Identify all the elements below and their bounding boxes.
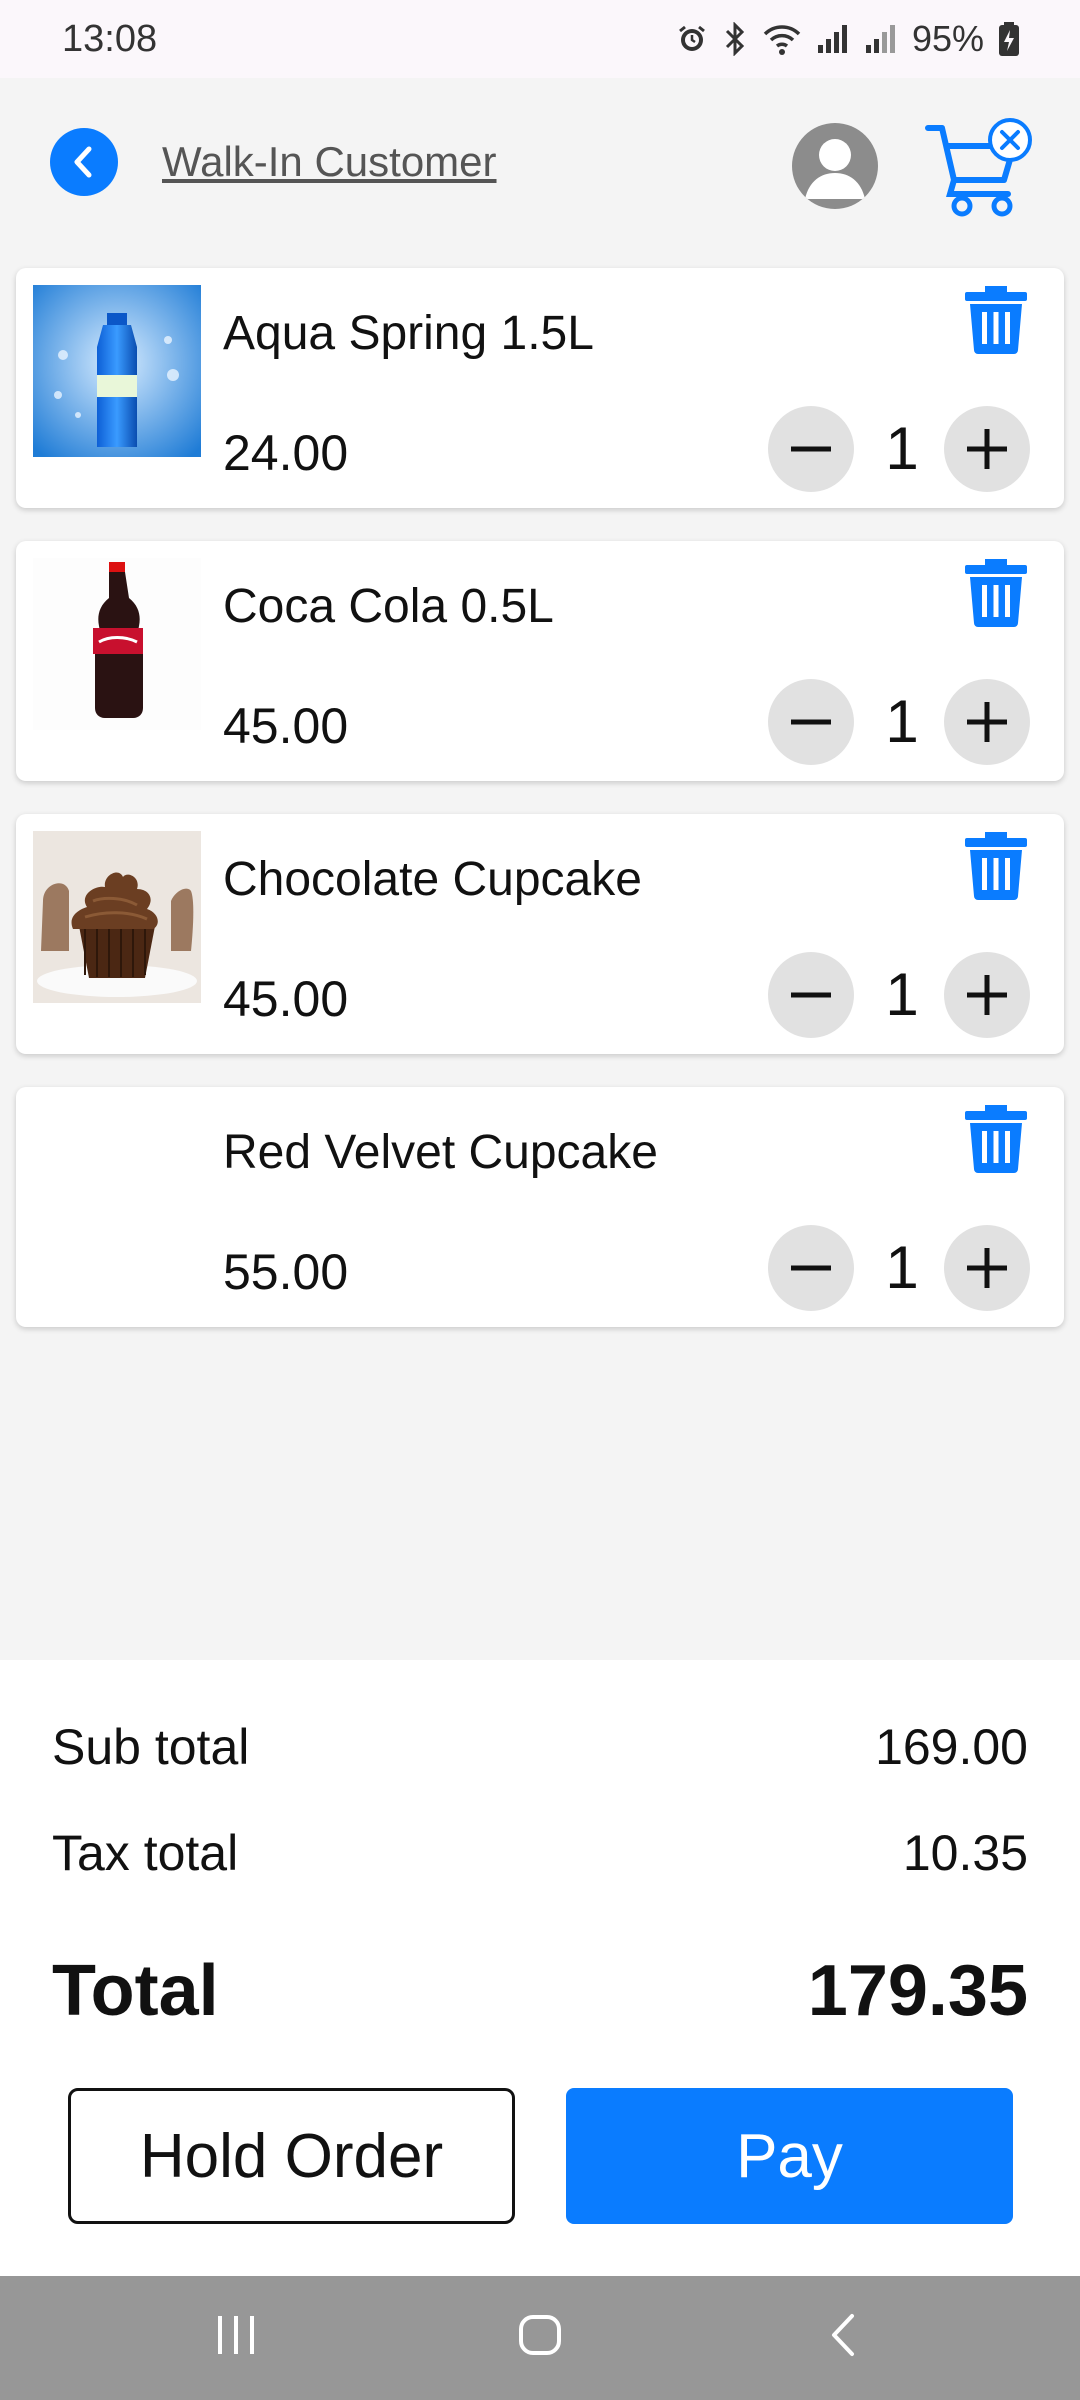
- hold-order-button[interactable]: Hold Order: [68, 2088, 515, 2224]
- quantity-value: 1: [885, 688, 919, 755]
- plus-icon: [967, 975, 1007, 1015]
- item-price: 45.00: [223, 971, 349, 1027]
- cart-header: Walk-In Customer: [0, 78, 1080, 268]
- signal-icon: [864, 23, 898, 55]
- alarm-icon: [676, 23, 708, 55]
- item-name: Chocolate Cupcake: [223, 853, 642, 906]
- cart-item: Chocolate Cupcake 45.00 1: [16, 814, 1064, 1054]
- quantity-increase-button[interactable]: [944, 406, 1030, 492]
- pay-button[interactable]: Pay: [566, 2088, 1013, 2224]
- trash-icon[interactable]: [963, 282, 1029, 354]
- quantity-decrease-button[interactable]: [768, 1225, 854, 1311]
- item-price: 55.00: [223, 1244, 349, 1300]
- quantity-value: 1: [885, 415, 919, 482]
- user-avatar-icon[interactable]: [792, 123, 878, 209]
- subtotal-row: Sub total 169.00: [52, 1718, 1028, 1776]
- quantity-decrease-button[interactable]: [768, 679, 854, 765]
- subtotal-value: 169.00: [875, 1719, 1028, 1775]
- quantity-value: 1: [885, 961, 919, 1028]
- item-image-water-bottle: [33, 285, 201, 457]
- item-image-chocolate-cupcake: [33, 831, 201, 1003]
- recent-apps-icon[interactable]: [214, 2310, 258, 2365]
- item-price: 45.00: [223, 698, 349, 754]
- item-name: Aqua Spring 1.5L: [223, 307, 594, 360]
- minus-icon: [791, 1265, 831, 1271]
- tax-label: Tax total: [52, 1825, 239, 1881]
- tax-row: Tax total 10.35: [52, 1824, 1028, 1882]
- trash-icon[interactable]: [963, 1101, 1029, 1173]
- back-nav-icon[interactable]: [822, 2310, 866, 2365]
- item-price: 24.00: [223, 425, 349, 481]
- item-name: Coca Cola 0.5L: [223, 580, 554, 633]
- battery-charging-icon: [998, 21, 1020, 57]
- battery-level: 95%: [911, 18, 984, 59]
- quantity-decrease-button[interactable]: [768, 952, 854, 1038]
- item-name: Red Velvet Cupcake: [223, 1126, 658, 1179]
- minus-icon: [791, 992, 831, 998]
- minus-icon: [791, 446, 831, 452]
- back-button[interactable]: [50, 128, 118, 196]
- status-bar: 13:08 95%: [0, 0, 1080, 78]
- signal-icon: [816, 23, 850, 55]
- total-value: 179.35: [807, 1951, 1028, 2031]
- plus-icon: [967, 429, 1007, 469]
- trash-icon[interactable]: [963, 555, 1029, 627]
- item-image-cola-bottle: [33, 558, 201, 730]
- trash-icon[interactable]: [963, 828, 1029, 900]
- tax-value: 10.35: [902, 1825, 1028, 1881]
- system-nav-bar: [0, 2276, 1080, 2400]
- quantity-value: 1: [885, 1234, 919, 1301]
- item-image-placeholder: [33, 1104, 201, 1276]
- subtotal-label: Sub total: [52, 1719, 250, 1775]
- quantity-decrease-button[interactable]: [768, 406, 854, 492]
- cart-item: Aqua Spring 1.5L 24.00 1: [16, 268, 1064, 508]
- customer-link[interactable]: Walk-In Customer: [162, 138, 497, 186]
- cart-clear-button[interactable]: [924, 116, 1036, 218]
- quantity-increase-button[interactable]: [944, 1225, 1030, 1311]
- bluetooth-icon: [722, 22, 748, 56]
- status-time: 13:08: [62, 17, 158, 60]
- chevron-left-icon: [74, 146, 92, 178]
- total-row: Total 179.35: [52, 1950, 1028, 2032]
- wifi-icon: [762, 22, 802, 56]
- cart-clear-icon: [925, 118, 1032, 217]
- quantity-increase-button[interactable]: [944, 952, 1030, 1038]
- plus-icon: [967, 1248, 1007, 1288]
- minus-icon: [791, 719, 831, 725]
- total-label: Total: [52, 1951, 219, 2031]
- order-summary: Sub total 169.00 Tax total 10.35 Total 1…: [0, 1660, 1080, 2276]
- cart-list: Aqua Spring 1.5L 24.00 1 Coca Cola 0.5L …: [16, 268, 1064, 1360]
- home-icon[interactable]: [518, 2310, 562, 2365]
- status-icons: 95%: [676, 18, 1020, 60]
- plus-icon: [967, 702, 1007, 742]
- quantity-increase-button[interactable]: [944, 679, 1030, 765]
- cart-item: Coca Cola 0.5L 45.00 1: [16, 541, 1064, 781]
- cart-item: Red Velvet Cupcake 55.00 1: [16, 1087, 1064, 1327]
